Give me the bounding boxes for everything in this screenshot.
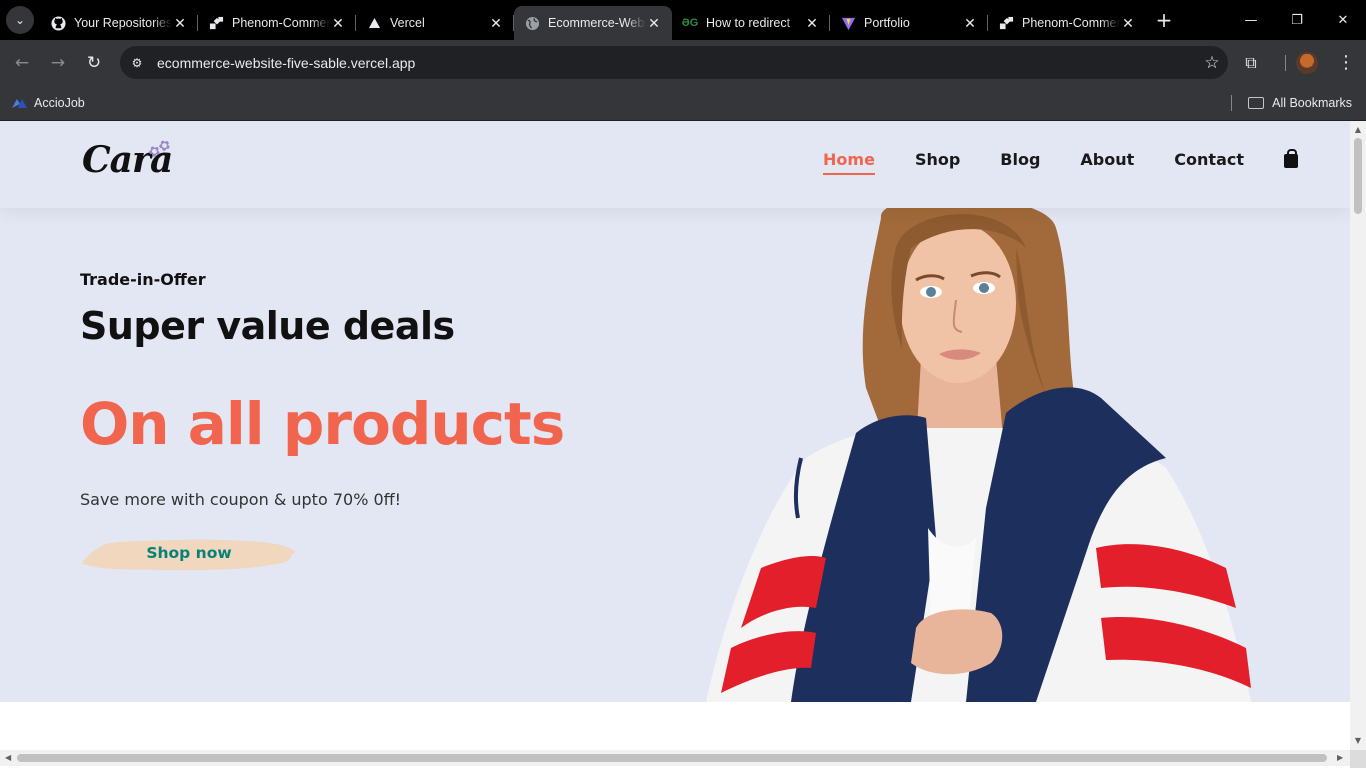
- all-bookmarks-label: All Bookmarks: [1272, 95, 1352, 110]
- scroll-left-icon[interactable]: ◀: [5, 754, 13, 762]
- vercel-icon: [366, 15, 382, 31]
- scroll-down-icon[interactable]: ▼: [1354, 737, 1362, 745]
- acciojob-icon: [12, 97, 28, 109]
- phenom-icon: [208, 15, 224, 31]
- nav-about[interactable]: About: [1080, 150, 1134, 169]
- hero-highlight: On all products: [80, 390, 565, 458]
- restore-button[interactable]: ❐: [1274, 0, 1320, 40]
- chevron-down-icon: ⌄: [14, 13, 26, 27]
- globe-icon: [524, 15, 540, 31]
- tab-vercel[interactable]: Vercel ✕: [356, 6, 514, 40]
- page-viewport: Cara ✿✿ Home Shop Blog About Contact Tra…: [0, 121, 1350, 750]
- tab-phenom-commerce[interactable]: Phenom-Commerce ✕: [198, 6, 356, 40]
- url-text[interactable]: ecommerce-website-five-sable.vercel.app: [157, 55, 1196, 71]
- bookmarks-bar: AccioJob All Bookmarks: [0, 85, 1366, 121]
- tab-title: Portfolio: [864, 16, 910, 30]
- address-bar[interactable]: ⚙ ecommerce-website-five-sable.vercel.ap…: [120, 46, 1228, 79]
- arrow-left-icon: ←: [14, 52, 30, 73]
- scrollbar-corner: [1350, 750, 1366, 768]
- scroll-right-icon[interactable]: ▶: [1337, 754, 1345, 762]
- window-controls: — ❐ ✕: [1228, 0, 1366, 40]
- close-icon[interactable]: ✕: [804, 15, 820, 31]
- hero-subtext: Save more with coupon & upto 70% 0ff!: [80, 490, 402, 509]
- site-nav: Home Shop Blog About Contact: [783, 148, 1298, 175]
- close-icon: ✕: [1337, 12, 1349, 28]
- minimize-button[interactable]: —: [1228, 0, 1274, 40]
- toolbar-separator: [1285, 54, 1286, 71]
- tab-phenom-commerce-2[interactable]: Phenom-Commerce ✕: [988, 6, 1146, 40]
- window-close-button[interactable]: ✕: [1320, 0, 1366, 40]
- reload-button[interactable]: ↻: [78, 47, 110, 79]
- scroll-up-icon[interactable]: ▲: [1354, 126, 1362, 134]
- reload-icon: ↻: [86, 52, 102, 73]
- restore-icon: ❐: [1291, 12, 1303, 28]
- tab-portfolio[interactable]: Portfolio ✕: [830, 6, 988, 40]
- nav-blog[interactable]: Blog: [1000, 150, 1040, 169]
- more-menu-icon[interactable]: ⋮: [1332, 52, 1360, 73]
- minimize-icon: —: [1244, 12, 1258, 28]
- site-settings-icon[interactable]: ⚙: [124, 50, 150, 76]
- github-icon: [50, 15, 66, 31]
- nav-shop[interactable]: Shop: [915, 150, 960, 169]
- hero-headline: Super value deals: [80, 304, 455, 348]
- tab-title: How to redirect: [706, 16, 791, 30]
- back-button[interactable]: ←: [6, 47, 38, 79]
- toolbar-right: ⧉ ⋮: [1235, 40, 1366, 85]
- geeksforgeeks-icon: ƏG: [681, 17, 699, 29]
- horizontal-scrollbar[interactable]: ◀ ▶: [0, 750, 1350, 766]
- bookmark-star-icon[interactable]: ☆: [1196, 53, 1228, 73]
- new-tab-button[interactable]: +: [1150, 6, 1178, 34]
- close-icon[interactable]: ✕: [330, 15, 346, 31]
- site-header: Cara ✿✿ Home Shop Blog About Contact: [0, 121, 1350, 208]
- close-icon[interactable]: ✕: [488, 15, 504, 31]
- vite-icon: [840, 15, 856, 31]
- next-section-top: [0, 702, 1350, 750]
- browser-toolbar: ← → ↻ ⚙ ecommerce-website-five-sable.ver…: [0, 40, 1366, 85]
- horizontal-scroll-thumb[interactable]: [17, 754, 1327, 762]
- bookmarks-separator: [1231, 94, 1233, 111]
- bookmark-acciojob[interactable]: AccioJob: [12, 96, 85, 110]
- phenom-icon: [998, 15, 1014, 31]
- hero-section: Trade-in-Offer Super value deals On all …: [0, 208, 1350, 702]
- extensions-icon[interactable]: ⧉: [1235, 53, 1267, 73]
- tab-how-to-redirect[interactable]: ƏG How to redirect ✕: [672, 6, 830, 40]
- hero-eyebrow: Trade-in-Offer: [80, 270, 206, 289]
- shop-now-label: Shop now: [146, 544, 232, 562]
- hero-model-image: [706, 208, 1251, 702]
- forward-button[interactable]: →: [42, 47, 74, 79]
- profile-avatar[interactable]: [1296, 51, 1318, 74]
- close-icon[interactable]: ✕: [1120, 15, 1136, 31]
- bookmark-label: AccioJob: [34, 95, 85, 110]
- vertical-scrollbar[interactable]: ▲ ▼: [1350, 121, 1366, 750]
- vertical-scroll-thumb[interactable]: [1354, 138, 1362, 214]
- close-icon[interactable]: ✕: [646, 15, 662, 31]
- shop-now-button[interactable]: Shop now: [80, 530, 298, 576]
- arrow-right-icon: →: [50, 52, 66, 73]
- shopping-bag-icon[interactable]: [1284, 148, 1298, 168]
- plus-icon: +: [1155, 8, 1173, 32]
- all-bookmarks-button[interactable]: All Bookmarks: [1231, 94, 1352, 111]
- tab-title: Vercel: [390, 16, 425, 30]
- tab-title: Your Repositories: [74, 16, 172, 30]
- tab-search-button[interactable]: ⌄: [6, 6, 34, 34]
- browser-tab-strip: ⌄ Your Repositories ✕ Phenom-Commerce ✕ …: [0, 0, 1366, 40]
- folder-icon: [1248, 96, 1265, 109]
- nav-home[interactable]: Home: [823, 150, 875, 175]
- nav-contact[interactable]: Contact: [1174, 150, 1244, 169]
- close-icon[interactable]: ✕: [962, 15, 978, 31]
- tab-title: Ecommerce-Website: [548, 16, 646, 30]
- close-icon[interactable]: ✕: [172, 15, 188, 31]
- tab-your-repositories[interactable]: Your Repositories ✕: [40, 6, 198, 40]
- tab-title: Phenom-Commerce: [1022, 16, 1120, 30]
- tab-title: Phenom-Commerce: [232, 16, 330, 30]
- tab-ecommerce-website[interactable]: Ecommerce-Website ✕: [514, 6, 672, 40]
